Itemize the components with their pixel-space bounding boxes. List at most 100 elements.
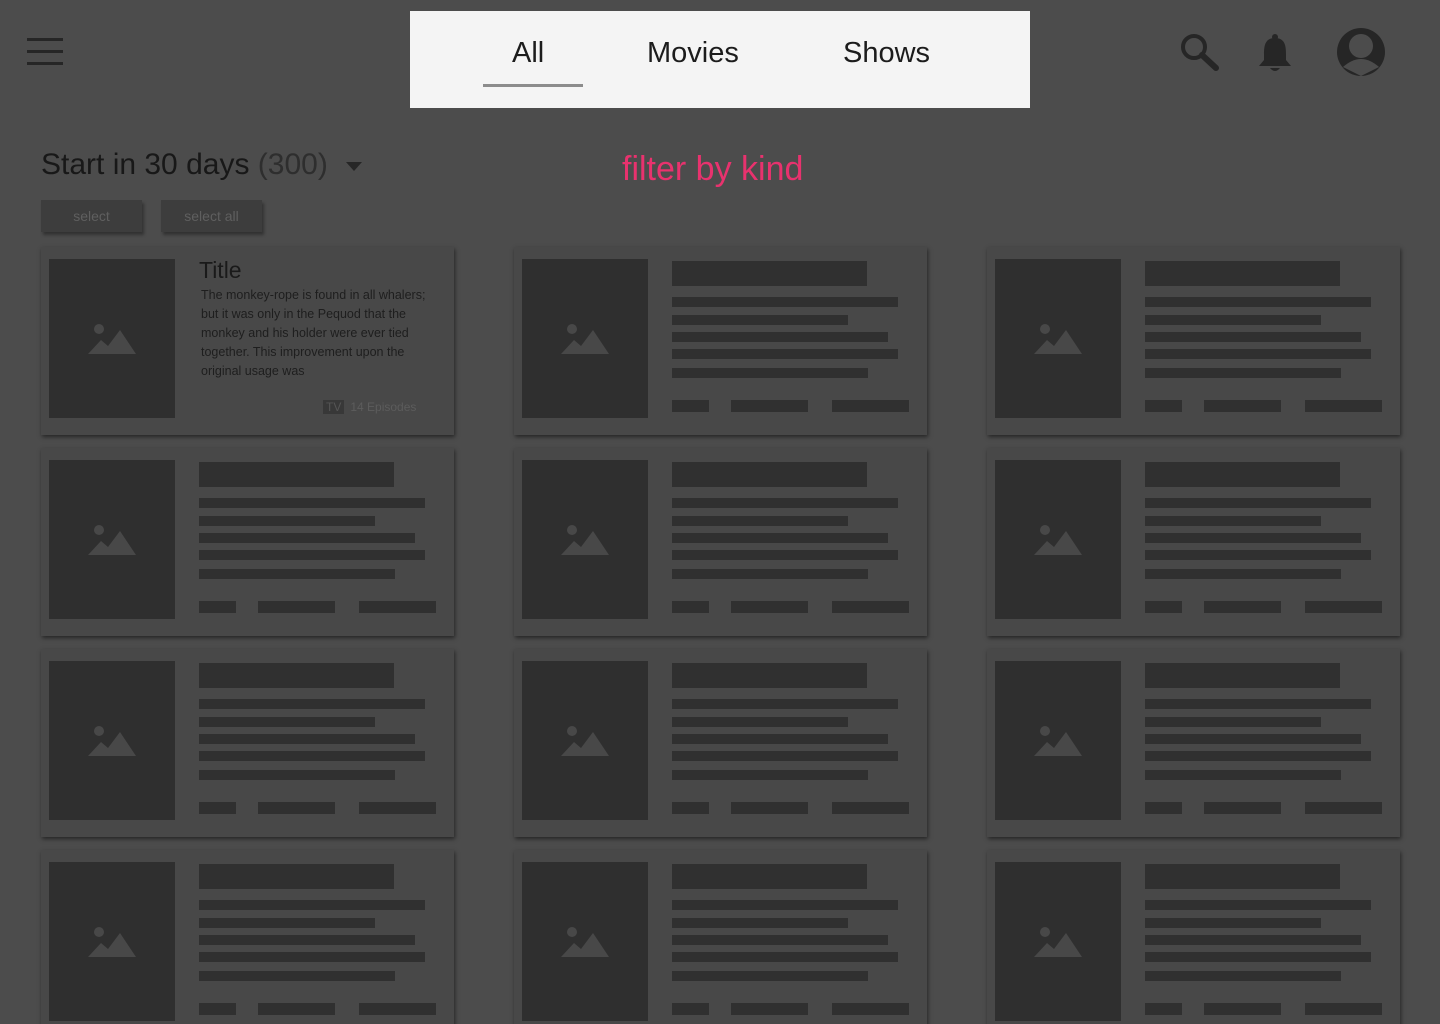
section-title: Start in 30 days bbox=[41, 148, 250, 181]
active-tab-indicator bbox=[483, 84, 583, 87]
image-placeholder-icon bbox=[1034, 324, 1082, 354]
skeleton-placeholder bbox=[1145, 717, 1321, 727]
tab-movies[interactable]: Movies bbox=[647, 37, 739, 70]
tv-badge: TV bbox=[323, 400, 345, 414]
skeleton-placeholder bbox=[1204, 802, 1281, 814]
thumbnail bbox=[49, 661, 175, 820]
skeleton-placeholder bbox=[731, 802, 808, 814]
skeleton-card[interactable] bbox=[987, 649, 1400, 837]
skeleton-placeholder bbox=[199, 935, 415, 945]
skeleton-placeholder bbox=[1145, 516, 1321, 526]
skeleton-placeholder bbox=[672, 717, 848, 727]
skeleton-placeholder bbox=[672, 699, 898, 709]
skeleton-placeholder bbox=[1204, 601, 1281, 613]
skeleton-card[interactable] bbox=[514, 247, 927, 435]
skeleton-placeholder bbox=[1145, 261, 1340, 286]
image-placeholder-icon bbox=[561, 525, 609, 555]
content-card[interactable]: Title The monkey-rope is found in all wh… bbox=[41, 247, 454, 435]
skeleton-placeholder bbox=[1145, 569, 1341, 579]
skeleton-placeholder bbox=[1145, 971, 1341, 981]
skeleton-placeholder bbox=[672, 368, 868, 378]
thumbnail bbox=[995, 259, 1121, 418]
skeleton-placeholder bbox=[199, 601, 236, 613]
tab-all[interactable]: All bbox=[512, 37, 544, 70]
skeleton-placeholder bbox=[672, 498, 898, 508]
profile-button[interactable] bbox=[1335, 27, 1387, 77]
skeleton-placeholder bbox=[672, 516, 848, 526]
skeleton-placeholder bbox=[1305, 400, 1382, 412]
select-all-button[interactable]: select all bbox=[161, 200, 262, 232]
card-description: The monkey-rope is found in all whalers;… bbox=[201, 288, 426, 378]
image-placeholder-icon bbox=[88, 324, 136, 354]
skeleton-card[interactable] bbox=[41, 448, 454, 636]
image-placeholder-icon bbox=[561, 726, 609, 756]
skeleton-placeholder bbox=[199, 770, 395, 780]
skeleton-placeholder bbox=[359, 802, 436, 814]
skeleton-placeholder bbox=[1305, 1003, 1382, 1015]
skeleton-placeholder bbox=[832, 601, 909, 613]
skeleton-placeholder bbox=[672, 935, 888, 945]
skeleton-card[interactable] bbox=[41, 850, 454, 1024]
skeleton-placeholder bbox=[258, 601, 335, 613]
skeleton-placeholder bbox=[672, 802, 709, 814]
skeleton-placeholder bbox=[199, 734, 415, 744]
image-placeholder-icon bbox=[561, 927, 609, 957]
thumbnail bbox=[522, 862, 648, 1021]
thumbnail bbox=[522, 460, 648, 619]
skeleton-placeholder bbox=[199, 751, 425, 761]
thumbnail bbox=[49, 259, 175, 418]
skeleton-card[interactable] bbox=[987, 850, 1400, 1024]
skeleton-placeholder bbox=[672, 663, 867, 688]
image-placeholder-icon bbox=[88, 525, 136, 555]
skeleton-placeholder bbox=[1305, 802, 1382, 814]
skeleton-placeholder bbox=[1145, 462, 1340, 487]
skeleton-card[interactable] bbox=[41, 649, 454, 837]
episode-count: 14 Episodes bbox=[350, 400, 417, 414]
menu-icon-bar bbox=[27, 38, 63, 41]
image-placeholder-icon bbox=[1034, 726, 1082, 756]
bell-icon bbox=[1259, 34, 1291, 71]
thumbnail bbox=[995, 661, 1121, 820]
select-button[interactable]: select bbox=[41, 200, 142, 232]
skeleton-placeholder bbox=[832, 1003, 909, 1015]
skeleton-placeholder bbox=[672, 550, 898, 560]
skeleton-placeholder bbox=[672, 462, 867, 487]
skeleton-placeholder bbox=[1145, 368, 1341, 378]
skeleton-placeholder bbox=[1145, 918, 1321, 928]
skeleton-placeholder bbox=[199, 900, 425, 910]
skeleton-placeholder bbox=[1145, 802, 1182, 814]
annotation-note: filter by kind bbox=[622, 150, 804, 188]
skeleton-placeholder bbox=[672, 400, 709, 412]
skeleton-card[interactable] bbox=[514, 448, 927, 636]
menu-button[interactable] bbox=[27, 38, 63, 66]
skeleton-card[interactable] bbox=[514, 649, 927, 837]
chevron-down-icon bbox=[346, 161, 363, 171]
skeleton-placeholder bbox=[672, 261, 867, 286]
skeleton-placeholder bbox=[731, 400, 808, 412]
skeleton-card[interactable] bbox=[987, 247, 1400, 435]
skeleton-card[interactable] bbox=[514, 850, 927, 1024]
skeleton-placeholder bbox=[199, 971, 395, 981]
skeleton-placeholder bbox=[1145, 533, 1361, 543]
skeleton-placeholder bbox=[199, 550, 425, 560]
skeleton-placeholder bbox=[1145, 734, 1361, 744]
skeleton-placeholder bbox=[832, 400, 909, 412]
image-placeholder-icon bbox=[88, 726, 136, 756]
search-button[interactable] bbox=[1178, 32, 1222, 72]
skeleton-card[interactable] bbox=[987, 448, 1400, 636]
skeleton-placeholder bbox=[731, 601, 808, 613]
skeleton-placeholder bbox=[199, 802, 236, 814]
skeleton-placeholder bbox=[199, 699, 425, 709]
section-dropdown[interactable]: Start in 30 days (300) bbox=[41, 148, 363, 182]
skeleton-placeholder bbox=[199, 717, 375, 727]
notifications-button[interactable] bbox=[1256, 32, 1294, 74]
skeleton-placeholder bbox=[199, 569, 395, 579]
image-placeholder-icon bbox=[88, 927, 136, 957]
tab-shows[interactable]: Shows bbox=[843, 37, 930, 70]
skeleton-placeholder bbox=[1145, 663, 1340, 688]
skeleton-placeholder bbox=[672, 332, 888, 342]
skeleton-placeholder bbox=[199, 462, 394, 487]
skeleton-placeholder bbox=[1145, 297, 1371, 307]
skeleton-placeholder bbox=[1145, 315, 1321, 325]
skeleton-placeholder bbox=[672, 734, 888, 744]
